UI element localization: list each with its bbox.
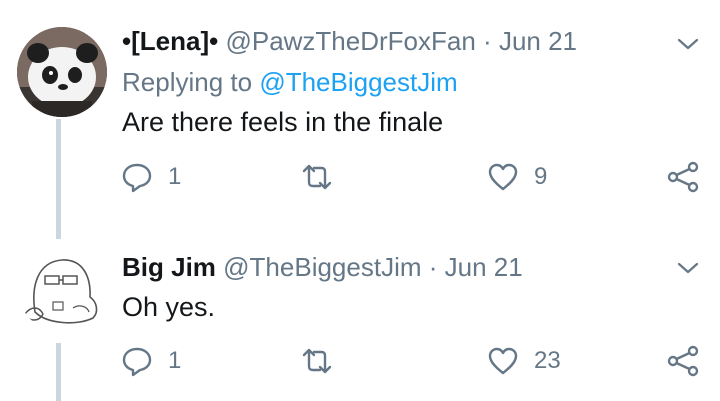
reply-count: 1 <box>168 347 182 374</box>
replying-prefix: Replying to <box>122 67 253 97</box>
retweet-icon <box>302 164 332 190</box>
reply-icon <box>122 347 152 377</box>
reply-icon <box>122 163 152 193</box>
separator-dot: · <box>428 252 438 282</box>
reply-count: 1 <box>168 163 182 190</box>
tweet-header: •[Lena]• @PawzTheDrFoxFan · Jun 21 <box>122 26 577 57</box>
display-name[interactable]: Big Jim <box>122 252 216 282</box>
panda-avatar-icon <box>17 27 107 117</box>
retweet-button[interactable] <box>300 157 334 197</box>
replying-to: Replying to @TheBiggestJim <box>122 67 458 98</box>
share-button[interactable] <box>666 157 700 197</box>
tweet-2[interactable]: Big Jim @TheBiggestJim · Jun 21 Oh yes. … <box>0 228 720 401</box>
like-count: 23 <box>534 347 561 374</box>
heart-icon <box>488 163 518 191</box>
mention-link[interactable]: @TheBiggestJim <box>259 67 457 97</box>
sketch-avatar-icon <box>17 242 107 332</box>
retweet-icon <box>302 348 332 374</box>
retweet-button[interactable] <box>300 341 334 381</box>
heart-icon <box>488 347 518 375</box>
reply-button[interactable]: 1 <box>120 341 181 381</box>
like-button[interactable]: 9 <box>486 157 547 197</box>
chevron-down-icon[interactable] <box>676 32 700 56</box>
like-button[interactable]: 23 <box>486 341 561 381</box>
tweet-text: Are there feels in the finale <box>122 107 444 137</box>
tweet-actions: 1 23 <box>0 341 720 381</box>
tweet-header: Big Jim @TheBiggestJim · Jun 21 <box>122 252 523 283</box>
user-avatar[interactable] <box>17 242 107 332</box>
share-button[interactable] <box>666 341 700 381</box>
reply-button[interactable]: 1 <box>120 157 181 197</box>
tweet-1[interactable]: •[Lena]• @PawzTheDrFoxFan · Jun 21 Reply… <box>0 0 720 239</box>
separator-dot: · <box>483 26 492 56</box>
tweet-text: Oh yes. <box>122 292 216 322</box>
like-count: 9 <box>534 163 548 190</box>
share-icon <box>667 161 699 193</box>
share-icon <box>667 345 699 377</box>
tweet-date[interactable]: Jun 21 <box>445 252 523 282</box>
display-name[interactable]: •[Lena]• <box>122 26 218 56</box>
chevron-down-icon[interactable] <box>676 256 700 280</box>
tweet-actions: 1 9 <box>0 157 720 197</box>
user-handle[interactable]: @PawzTheDrFoxFan <box>225 26 475 56</box>
user-handle[interactable]: @TheBiggestJim <box>223 252 421 282</box>
user-avatar[interactable] <box>17 27 107 117</box>
tweet-date[interactable]: Jun 21 <box>499 26 577 56</box>
